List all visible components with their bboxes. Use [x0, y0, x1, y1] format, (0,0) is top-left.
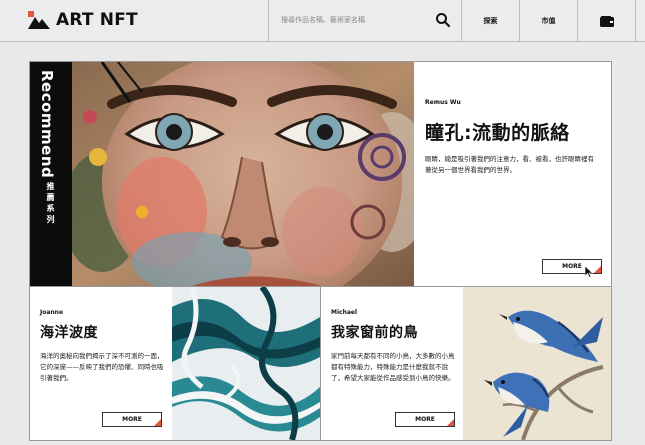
hero-description: 眼睛，總是吸引著我們的注意力，看、被看，也許眼睛裡有著從另一個世界看我們的世界。	[425, 155, 594, 174]
logo[interactable]: ART NFT	[28, 9, 138, 31]
corner-accent-icon	[594, 266, 601, 273]
nav-explore[interactable]: 探索	[462, 0, 520, 42]
card-artwork-title: 我家窗前的鳥	[331, 325, 418, 341]
card-artwork-image[interactable]	[172, 287, 320, 440]
recommend-label-cn: 推薦系列	[46, 182, 55, 226]
card-more-button[interactable]: MORE	[395, 412, 455, 427]
hero-more-label: MORE	[562, 263, 582, 270]
card-description: 家門前每天都有不同的小鳥，大多數的小鳥都有特殊能力，特殊能力是什麼我就不說了，希…	[331, 352, 455, 382]
hero-artist-name: Remus Wu	[425, 99, 461, 106]
hero-info: Remus Wu 瞳孔:流動的脈絡 眼睛，總是吸引著我們的注意力，看、被看，也許…	[414, 62, 611, 286]
hero-more-button[interactable]: MORE	[542, 259, 602, 274]
nav-market[interactable]: 市值	[520, 0, 578, 42]
card-more-label: MORE	[122, 416, 142, 423]
mouse-cursor-icon	[585, 266, 593, 278]
card-more-button[interactable]: MORE	[102, 412, 162, 427]
artwork-card: Joanne 海洋波度 海洋的奧秘向我們揭示了深不可測的一面，它的深邃——反映了…	[29, 286, 321, 441]
wallet-button[interactable]	[578, 0, 636, 42]
hero-artwork-image[interactable]	[72, 62, 414, 286]
logo-text: ART NFT	[56, 10, 138, 30]
card-artist-name: Joanne	[40, 309, 64, 316]
recommend-hero: Recommend 推薦系列 Remus Wu 瞳孔:流動的脈絡 眼睛，總是吸引…	[29, 61, 612, 287]
artwork-card: Michael 我家窗前的鳥 家門前每天都有不同的小鳥，大多數的小鳥都有特殊能力…	[320, 286, 612, 441]
hero-artwork-title: 瞳孔:流動的脈絡	[425, 122, 570, 144]
logo-mountain-icon	[28, 11, 50, 29]
wallet-icon	[599, 15, 614, 27]
recommend-label: Recommend	[38, 70, 56, 179]
top-navbar: ART NFT 探索 市值	[0, 0, 645, 42]
recommend-side-label: Recommend 推薦系列	[30, 62, 72, 286]
card-more-label: MORE	[415, 416, 435, 423]
card-description: 海洋的奧秘向我們揭示了深不可測的一面，它的深邃——反映了我們的恐懼、同時也吸引著…	[40, 352, 164, 382]
card-artwork-image[interactable]	[463, 287, 611, 440]
corner-accent-icon	[154, 419, 161, 426]
search-icon[interactable]	[435, 12, 451, 28]
card-artist-name: Michael	[331, 309, 358, 316]
corner-accent-icon	[447, 419, 454, 426]
search-input[interactable]	[281, 10, 421, 30]
search-bar	[268, 0, 462, 42]
card-artwork-title: 海洋波度	[40, 325, 98, 341]
